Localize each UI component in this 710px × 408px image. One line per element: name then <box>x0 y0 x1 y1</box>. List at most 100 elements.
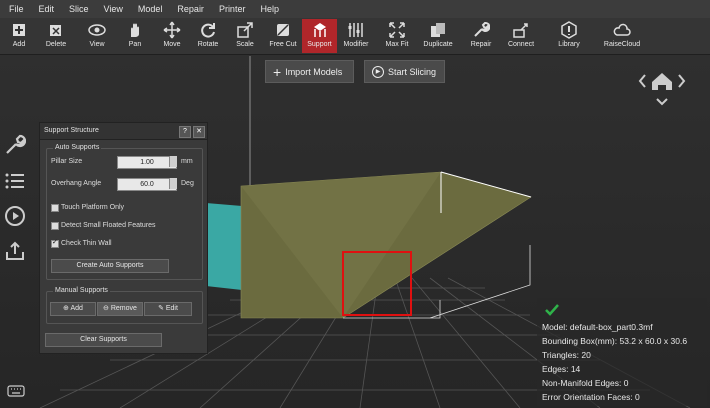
list-icon[interactable] <box>4 170 26 192</box>
clear-supports-button[interactable]: Clear Supports <box>45 333 162 347</box>
menu-file[interactable]: File <box>9 4 24 14</box>
library-label: Library <box>558 41 580 48</box>
error-orientation-faces: Error Orientation Faces: 0 <box>542 392 640 402</box>
overhang-angle-stepper[interactable]: 60.0 <box>117 178 177 191</box>
help-button[interactable]: ? <box>179 126 191 138</box>
start-slicing-button[interactable]: ▶ Start Slicing <box>364 60 445 83</box>
move-button[interactable]: Move <box>158 19 186 53</box>
edges-count: Edges: 14 <box>542 364 581 374</box>
pillar-size-stepper[interactable]: 1.00 <box>117 156 177 169</box>
pan-button[interactable]: Pan <box>122 19 148 53</box>
delete-button[interactable]: Delete <box>41 19 71 53</box>
remove-support-button[interactable]: ⊖ Remove <box>97 302 143 316</box>
menu-view[interactable]: View <box>104 4 123 14</box>
delete-icon <box>50 25 61 36</box>
non-manifold-edges: Non-Manifold Edges: 0 <box>542 378 629 388</box>
delete-label: Delete <box>45 41 67 48</box>
thin-wall-checkbox[interactable]: ✓ <box>51 239 59 248</box>
scale-label: Scale <box>236 41 254 48</box>
auto-supports-label: Auto Supports <box>53 144 102 151</box>
touch-platform-label: Touch Platform Only <box>61 204 125 211</box>
modifier-icon <box>348 23 363 37</box>
stepper-arrows-icon[interactable] <box>169 178 177 189</box>
manual-supports-group: Manual Supports ⊕ Add ⊖ Remove ✎ Edit <box>46 287 203 324</box>
wrench-side-icon[interactable] <box>4 134 26 156</box>
cyan-object <box>206 203 242 290</box>
add-label: Add <box>12 41 26 48</box>
duplicate-button[interactable]: Duplicate <box>422 19 454 53</box>
support-button[interactable]: Support <box>302 19 337 53</box>
export-icon[interactable] <box>4 240 26 262</box>
menu-slice[interactable]: Slice <box>69 4 89 14</box>
hand-icon <box>131 23 139 37</box>
repair-button[interactable]: Repair <box>468 19 494 53</box>
menu-printer[interactable]: Printer <box>219 4 246 14</box>
add-button[interactable]: Add <box>6 19 32 53</box>
cut-icon <box>277 24 289 36</box>
check-icon: ✓ <box>52 239 58 246</box>
scale-button[interactable]: Scale <box>232 19 258 53</box>
edit-support-button[interactable]: ✎ Edit <box>144 302 192 316</box>
toolbar: Add Delete View Pan Move Rotate Scale Fr… <box>0 18 710 55</box>
wrench-icon <box>474 22 490 37</box>
menu-model[interactable]: Model <box>138 4 163 14</box>
rotate-label: Rotate <box>197 41 219 48</box>
max-fit-button[interactable]: Max Fit <box>383 19 411 53</box>
home-icon[interactable] <box>652 73 672 90</box>
support-icon <box>313 23 326 37</box>
bounding-box: Bounding Box(mm): 53.2 x 60.0 x 30.6 <box>542 336 688 346</box>
pillar-size-value: 1.00 <box>140 159 154 166</box>
duplicate-label: Duplicate <box>423 41 453 48</box>
duplicate-icon <box>431 23 445 37</box>
free-cut-button[interactable]: Free Cut <box>268 19 298 53</box>
menu-help[interactable]: Help <box>260 4 279 14</box>
modifier-button[interactable]: Modifier <box>342 19 370 53</box>
raisecloud-button[interactable]: RaiseCloud <box>604 19 640 53</box>
close-icon[interactable]: ✕ <box>193 126 205 138</box>
connect-icon <box>513 23 528 38</box>
small-floated-checkbox[interactable] <box>51 222 59 230</box>
keyboard-icon[interactable] <box>7 385 25 397</box>
add-support-label: Add <box>70 305 83 312</box>
menu-edit[interactable]: Edit <box>39 4 55 14</box>
rotate-button[interactable]: Rotate <box>194 19 222 53</box>
stepper-arrows-icon[interactable] <box>169 156 177 167</box>
pillar-size-label: Pillar Size <box>51 158 83 165</box>
nav-left-icon[interactable] <box>638 74 646 88</box>
move-label: Move <box>163 41 181 48</box>
support-structure-panel: Support Structure ? ✕ Auto Supports Pill… <box>39 122 208 354</box>
checkmark-icon <box>545 304 559 316</box>
max-fit-icon <box>389 22 405 38</box>
free-cut-label: Free Cut <box>269 41 297 48</box>
move-icon <box>163 21 181 39</box>
view-button[interactable]: View <box>84 19 110 53</box>
support-label: Support <box>307 41 332 48</box>
nav-right-icon[interactable] <box>678 74 686 88</box>
play-icon[interactable] <box>4 205 26 227</box>
overhang-angle-label: Overhang Angle <box>51 180 102 187</box>
overhang-angle-value: 60.0 <box>140 181 154 188</box>
auto-supports-group: Auto Supports Pillar Size 1.00 mm Overha… <box>46 144 203 280</box>
slice-label: Start Slicing <box>388 66 437 77</box>
view-label: View <box>89 41 105 48</box>
add-support-button[interactable]: ⊕ Add <box>50 302 96 316</box>
add-icon <box>13 24 25 36</box>
nav-down-icon[interactable] <box>656 98 668 106</box>
rotate-icon <box>201 23 215 38</box>
import-label: Import Models <box>285 66 343 77</box>
view-navigator[interactable] <box>638 70 686 96</box>
model-name: Model: default-box_part0.3mf <box>542 322 653 332</box>
create-auto-supports-button[interactable]: Create Auto Supports <box>51 259 169 273</box>
highlight-box <box>342 251 412 316</box>
max-fit-label: Max Fit <box>385 41 409 48</box>
menu-repair[interactable]: Repair <box>177 4 204 14</box>
import-models-button[interactable]: + Import Models <box>265 60 354 83</box>
cloud-icon <box>613 23 631 36</box>
pan-label: Pan <box>128 41 142 48</box>
library-button[interactable]: Library <box>555 19 583 53</box>
eye-icon <box>88 24 106 36</box>
modifier-label: Modifier <box>343 41 369 48</box>
connect-button[interactable]: Connect <box>506 19 536 53</box>
pillar-unit: mm <box>181 158 193 165</box>
touch-platform-checkbox[interactable] <box>51 204 59 212</box>
